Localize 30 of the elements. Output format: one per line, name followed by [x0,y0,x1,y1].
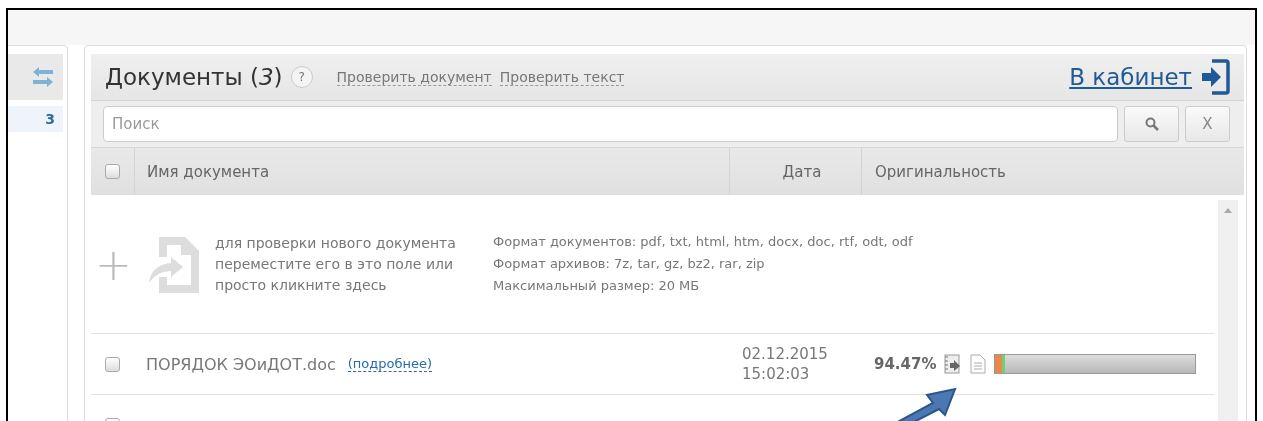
report-export-icon[interactable] [944,354,963,374]
column-header[interactable]: Имя документа [147,162,270,181]
column-header[interactable]: Дата [782,162,822,181]
document-count: 3 [45,111,55,127]
format-info: Формат архивов: 7z, tar, gz, bz2, rar, zip [493,255,766,273]
cabinet-link[interactable]: В кабинет [1069,64,1192,90]
originality-value: 94.47% [874,355,937,373]
help-icon[interactable]: ? [290,66,313,88]
scroll-up-icon[interactable] [1223,206,1233,214]
details-link[interactable]: (подробнее) [347,356,433,372]
panel-title: Документы (3) [105,64,283,90]
document-name[interactable]: ПОРЯДОК ЭОиДОТ.doc [146,354,336,374]
search-icon [1144,117,1159,131]
upload-hint: для проверки нового документа переместите его в это поле или просто кликните здесь [215,233,457,295]
login-icon[interactable] [1200,59,1230,95]
format-info: Максимальный размер: 20 МБ [493,277,701,295]
search-button[interactable] [1124,106,1179,142]
document-date: 02.12.2015 [742,344,829,364]
document-icon[interactable] [970,354,987,374]
check-link[interactable]: Проверить документ [336,68,492,86]
row-checkbox[interactable] [105,356,120,372]
clear-button[interactable]: X [1185,106,1230,142]
search-field[interactable]: Поиск [103,106,1118,142]
swap-icon[interactable] [31,65,55,89]
check-link[interactable]: Проверить текст [499,68,625,86]
column-header[interactable]: Оригинальность [875,162,1006,181]
format-info: Формат документов: pdf, txt, html, htm, docx, doc, rtf, odt, odf [493,233,913,251]
scrollbar[interactable] [1218,200,1238,421]
select-all-checkbox[interactable] [105,164,120,179]
document-time: 15:02:03 [742,364,811,384]
